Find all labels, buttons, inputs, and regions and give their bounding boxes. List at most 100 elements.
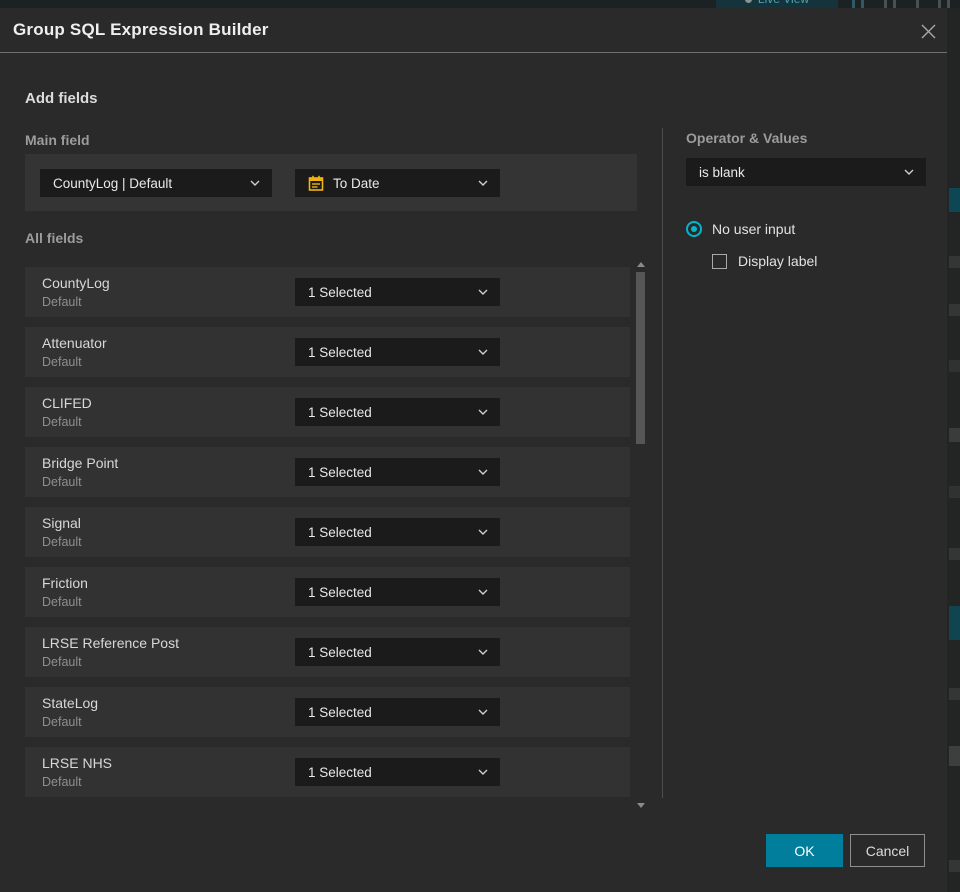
field-row-lrse-nhs: LRSE NHS Default 1 Selected	[25, 747, 630, 797]
live-view-button[interactable]: Live View	[716, 0, 838, 8]
field-select-value: 1 Selected	[308, 344, 372, 360]
display-label-text: Display label	[738, 253, 818, 269]
field-select-dropdown[interactable]: 1 Selected	[295, 458, 500, 486]
field-subtitle: Default	[42, 475, 82, 489]
background-chip	[949, 746, 960, 766]
chevron-down-icon	[478, 349, 488, 355]
background-chip	[949, 606, 960, 640]
field-row-attenuator: Attenuator Default 1 Selected	[25, 327, 630, 377]
cancel-button[interactable]: Cancel	[850, 834, 925, 867]
scrollbar-down-arrow-icon[interactable]	[637, 803, 645, 808]
field-select-dropdown[interactable]: 1 Selected	[295, 638, 500, 666]
field-select-value: 1 Selected	[308, 704, 372, 720]
chevron-down-icon	[904, 169, 914, 175]
field-select-dropdown[interactable]: 1 Selected	[295, 518, 500, 546]
main-field-row: CountyLog | Default To Date	[25, 154, 637, 211]
no-user-input-radio[interactable]: No user input	[686, 221, 795, 237]
field-name: StateLog	[42, 695, 99, 711]
field-select-dropdown[interactable]: 1 Selected	[295, 758, 500, 786]
background-chip	[949, 860, 960, 872]
field-row-signal: Signal Default 1 Selected	[25, 507, 630, 557]
chevron-down-icon	[478, 180, 488, 186]
display-label-checkbox[interactable]: Display label	[712, 253, 817, 269]
background-toolbar-glyph	[852, 0, 855, 8]
background-chip	[949, 486, 960, 498]
list-scrollbar[interactable]	[635, 260, 647, 810]
field-subtitle: Default	[42, 655, 82, 669]
scrollbar-thumb[interactable]	[636, 272, 645, 444]
field-select-dropdown[interactable]: 1 Selected	[295, 338, 500, 366]
chevron-down-icon	[478, 469, 488, 475]
chevron-down-icon	[250, 180, 260, 186]
field-name: Attenuator	[42, 335, 107, 351]
field-name: LRSE Reference Post	[42, 635, 179, 651]
field-select-value: 1 Selected	[308, 284, 372, 300]
field-name: Bridge Point	[42, 455, 119, 471]
field-select-dropdown[interactable]: 1 Selected	[295, 398, 500, 426]
operator-values-heading: Operator & Values	[686, 130, 808, 146]
screen: Live View Group SQL Expression Builder A…	[0, 0, 960, 892]
background-chip	[949, 428, 960, 442]
field-subtitle: Default	[42, 295, 82, 309]
field-row-lrse-reference-post: LRSE Reference Post Default 1 Selected	[25, 627, 630, 677]
dialog-titlebar: Group SQL Expression Builder	[0, 8, 947, 53]
field-name: LRSE NHS	[42, 755, 113, 771]
background-chip	[949, 688, 960, 700]
field-select-dropdown[interactable]: 1 Selected	[295, 578, 500, 606]
close-icon[interactable]	[918, 21, 938, 41]
field-row-countylog: CountyLog Default 1 Selected	[25, 267, 630, 317]
field-row-statelog: StateLog Default 1 Selected	[25, 687, 630, 737]
chevron-down-icon	[478, 769, 488, 775]
operator-value: is blank	[699, 164, 745, 180]
field-select-value: 1 Selected	[308, 524, 372, 540]
live-view-label: Live View	[758, 0, 809, 6]
chevron-down-icon	[478, 289, 488, 295]
operator-dropdown[interactable]: is blank	[686, 158, 926, 186]
field-select-value: 1 Selected	[308, 584, 372, 600]
field-subtitle: Default	[42, 775, 82, 789]
background-chip	[949, 188, 960, 212]
all-fields-label: All fields	[25, 230, 84, 246]
calendar-icon	[308, 175, 324, 192]
live-view-dot-icon	[744, 0, 752, 3]
background-chip	[949, 304, 960, 316]
ok-button[interactable]: OK	[766, 834, 843, 867]
field-name: Friction	[42, 575, 88, 591]
field-name: Signal	[42, 515, 81, 531]
field-select-value: 1 Selected	[308, 404, 372, 420]
background-chip	[949, 256, 960, 268]
field-name: CountyLog	[42, 275, 110, 291]
checkbox-unchecked-icon	[712, 253, 727, 269]
field-select-dropdown[interactable]: 1 Selected	[295, 698, 500, 726]
chevron-down-icon	[478, 589, 488, 595]
group-sql-expression-builder-dialog: Group SQL Expression Builder Add fields …	[0, 8, 947, 892]
background-toolbar-glyph	[916, 0, 919, 8]
field-subtitle: Default	[42, 415, 82, 429]
panel-divider	[662, 128, 663, 798]
main-field-source-dropdown[interactable]: CountyLog | Default	[40, 169, 272, 197]
field-select-value: 1 Selected	[308, 464, 372, 480]
no-user-input-label: No user input	[712, 221, 796, 237]
radio-selected-icon	[686, 221, 702, 237]
field-select-value: 1 Selected	[308, 644, 372, 660]
background-toolbar-glyph	[893, 0, 896, 8]
field-row-clifed: CLIFED Default 1 Selected	[25, 387, 630, 437]
chevron-down-icon	[478, 529, 488, 535]
field-subtitle: Default	[42, 595, 82, 609]
field-subtitle: Default	[42, 715, 82, 729]
chevron-down-icon	[478, 709, 488, 715]
main-field-label: Main field	[25, 132, 90, 148]
background-toolbar-glyph	[938, 0, 941, 8]
main-field-type-dropdown[interactable]: To Date	[295, 169, 500, 197]
scrollbar-up-arrow-icon[interactable]	[637, 262, 645, 267]
background-toolbar-glyph	[861, 0, 864, 8]
main-field-type-value: To Date	[333, 175, 380, 191]
background-app-sidebar	[947, 8, 960, 892]
background-chip	[949, 360, 960, 372]
add-fields-heading: Add fields	[25, 90, 98, 107]
background-toolbar-glyph	[947, 0, 950, 8]
dialog-title: Group SQL Expression Builder	[13, 20, 269, 39]
field-select-dropdown[interactable]: 1 Selected	[295, 278, 500, 306]
chevron-down-icon	[478, 409, 488, 415]
background-chip	[949, 548, 960, 560]
